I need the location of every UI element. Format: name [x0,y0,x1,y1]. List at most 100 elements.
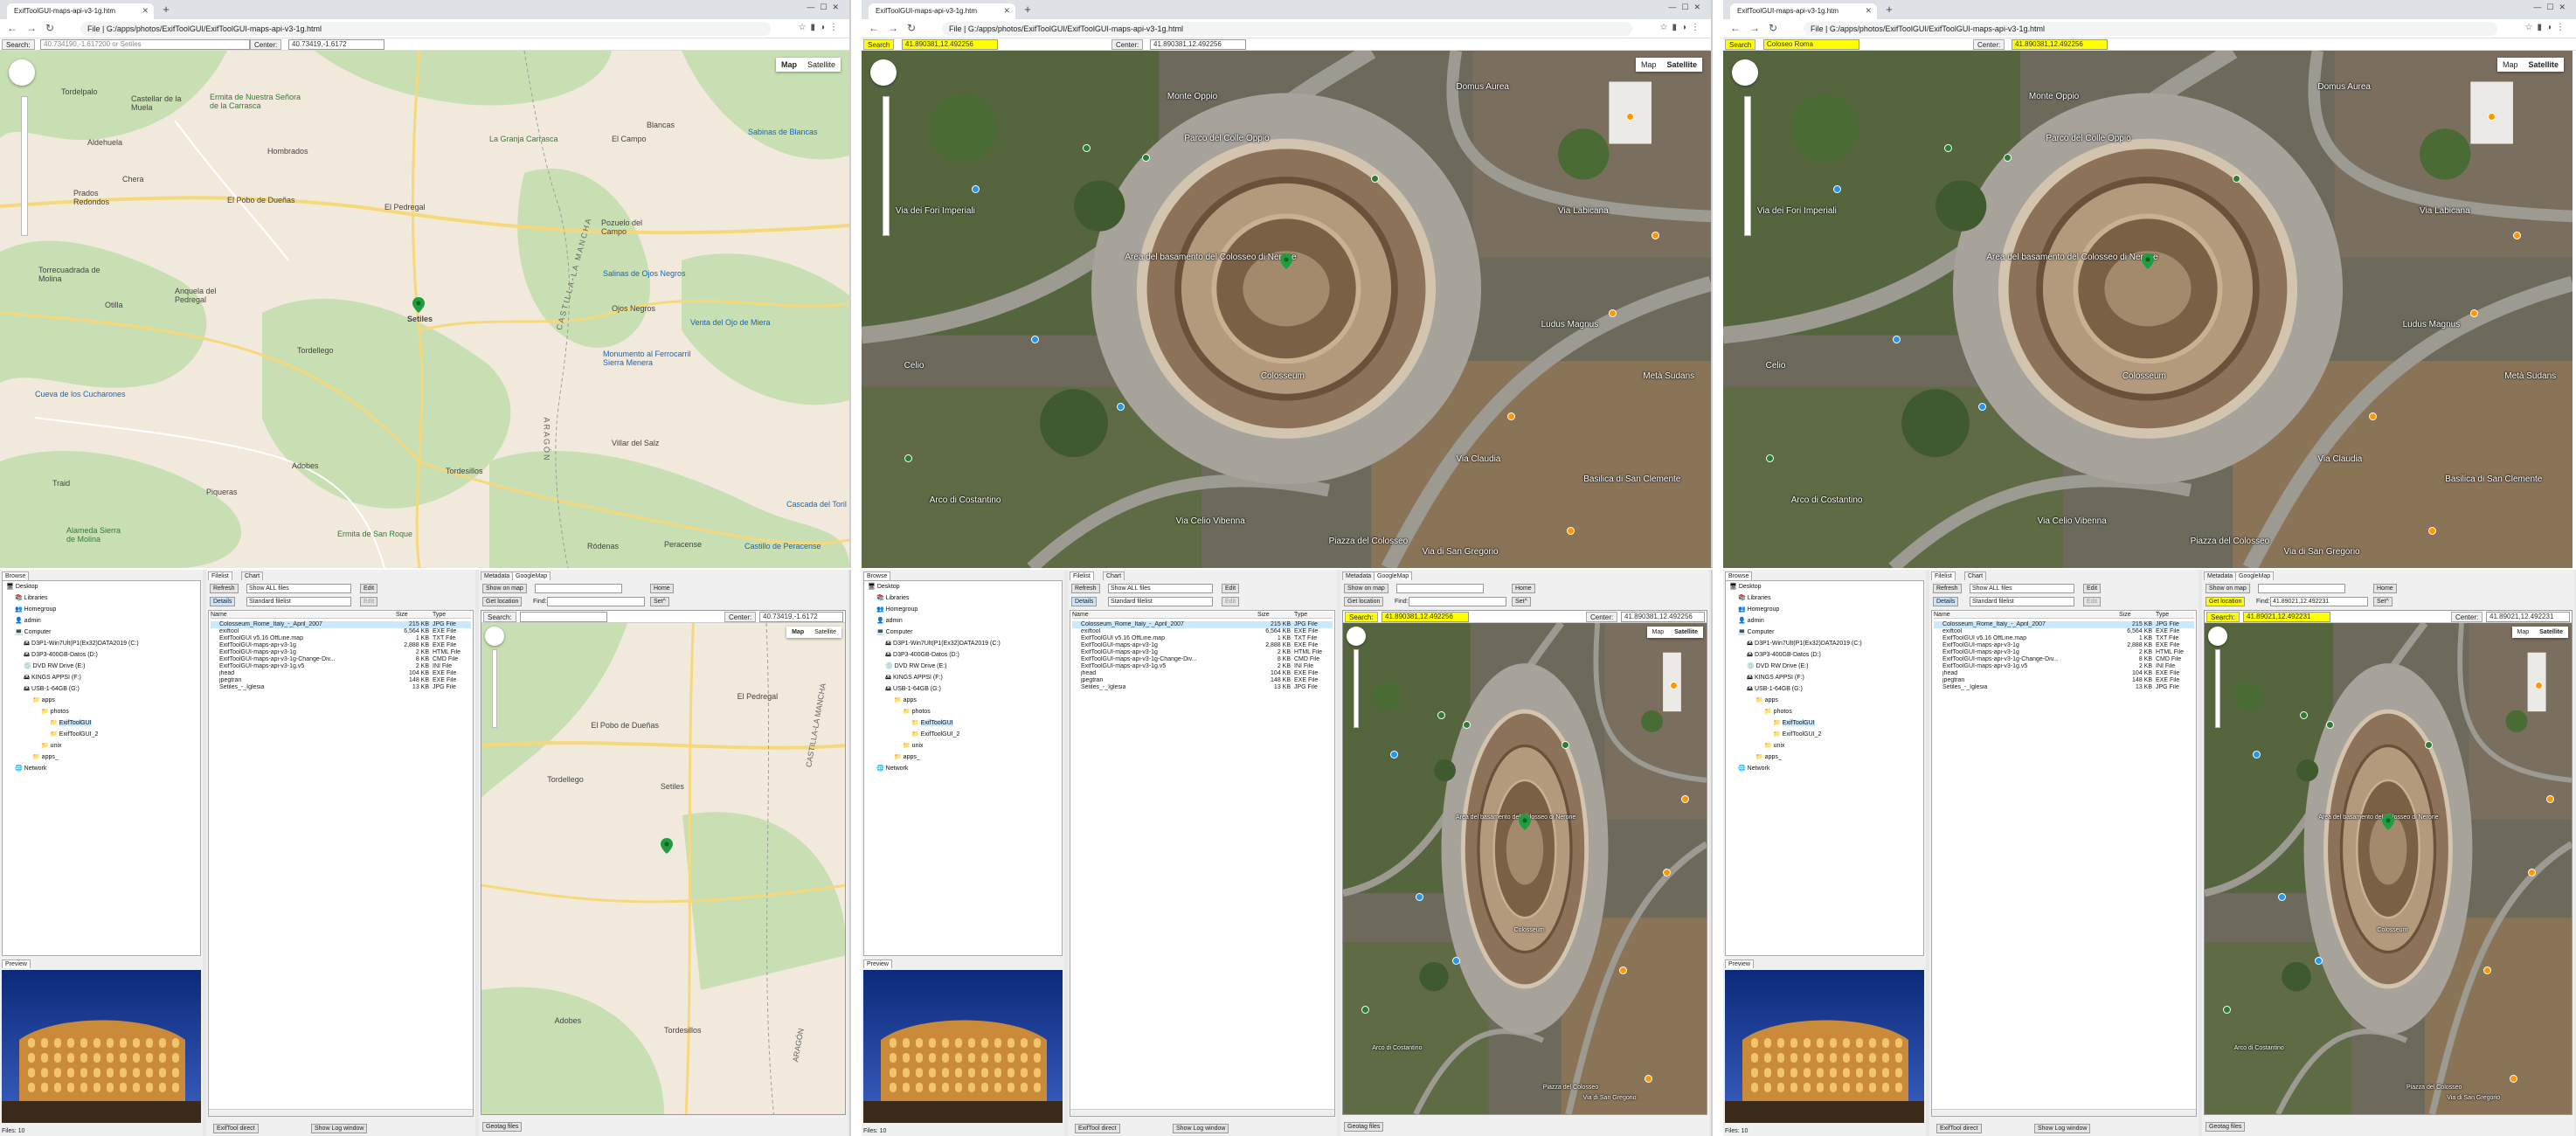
refresh-button[interactable]: Refresh [210,584,239,593]
tree-item[interactable]: 💿 DVD RW Drive (E:) [1747,662,1808,669]
tree-item[interactable]: 🖥 Desktop [868,583,900,590]
file-list[interactable]: Name Size Type Colosseum_Rome_Italy_-_April… [208,610,474,1117]
url-field[interactable]: File | G:/apps/photos/ExifToolGUI/ExifTo… [942,22,1632,36]
poi-marker-icon[interactable] [1893,335,1901,343]
poi-marker-icon[interactable] [2427,526,2436,535]
center-button[interactable]: Center: [1111,39,1144,50]
tree-item[interactable]: 📁 apps_ [32,753,59,760]
embedded-map[interactable]: Search: Center: 40.73419,-1.6172 Setiles El … [481,610,846,1115]
edit-button[interactable]: Edit [2083,584,2102,593]
tree-item[interactable]: 📁 ExifToolGUI_2 [911,731,959,738]
poi-marker-icon[interactable] [1451,957,1460,966]
map-search-field[interactable] [1396,584,1484,593]
embedded-map[interactable]: Search: 41.890381,12.492256 Center: 41.8903… [1342,610,1707,1115]
show-files-select[interactable]: Show ALL files [246,584,351,593]
tree-item[interactable]: 📁 ExifToolGUI_2 [1773,731,1821,738]
center-button[interactable]: Center: [1973,39,2005,50]
tree-item[interactable]: 📁 photos [1764,708,1792,715]
pan-control[interactable] [1347,627,1366,646]
location-pin-icon[interactable] [1280,253,1292,270]
poi-marker-icon[interactable] [1943,143,1952,152]
tree-item[interactable]: 📁 ExifToolGUI_2 [50,731,98,738]
location-pin-icon[interactable] [412,297,425,313]
forward-icon[interactable]: → [1749,22,1760,34]
zoom-slider[interactable] [1354,649,1359,728]
poi-marker-icon[interactable] [1765,454,1774,462]
tab-googlemap[interactable]: GoogleMap [1374,571,1413,580]
tree-item[interactable]: 🖴 USB-1-64GB (G:) [24,685,80,695]
zoom-slider[interactable] [492,649,497,728]
close-icon[interactable]: ✕ [1865,6,1872,16]
show-on-map-button[interactable]: Show on map [482,584,527,593]
file-row[interactable]: ExifToolGUI-maps-api-v3-1g.v5 2 KB INI Fil… [1934,663,2194,670]
roadmap[interactable]: Tordelpalo Castellar de la Muela Ermita … [0,51,849,568]
horizontal-scrollbar[interactable] [1932,1109,2196,1116]
map-type-map[interactable]: Map [786,627,809,638]
search-input[interactable]: 41.890381,12.492256 [902,39,998,50]
poi-marker-icon[interactable] [2252,751,2261,759]
tree-item[interactable]: 📚 Libraries [1738,594,1771,601]
column-header[interactable]: Name [211,612,359,619]
poi-marker-icon[interactable] [1680,794,1689,803]
search-button[interactable]: Search [863,39,895,50]
tree-item[interactable]: 💻 Computer [876,628,912,635]
poi-marker-icon[interactable] [1625,113,1634,121]
tree-item[interactable]: 🖴 USB-1-64GB (G:) [1747,685,1803,695]
file-row[interactable]: ExifToolGUI-maps-api-v3-1g-Change-Div...… [1072,656,1333,663]
file-row[interactable]: Colosseum_Rome_Italy_-_April_2007 215 KB J… [211,621,471,628]
file-row[interactable]: exiftool 6,564 KB EXE File [1072,628,1333,635]
column-header[interactable]: Type [433,612,473,619]
column-header[interactable]: Type [2156,612,2196,619]
poi-marker-icon[interactable] [2325,721,2334,730]
pan-control[interactable] [2208,627,2227,646]
file-row[interactable]: ExifToolGUI-maps-api-v3-1g 2,888 KB EXE Fi… [1934,642,2194,649]
file-row[interactable]: jpegtran 148 KB EXE File [211,677,471,684]
forward-icon[interactable]: → [888,22,898,34]
tree-item[interactable]: 🌐 Network [876,765,908,772]
poi-marker-icon[interactable] [1977,402,1986,411]
pan-control[interactable] [485,627,504,646]
tree-item[interactable]: 📁 apps_ [1755,753,1782,760]
search-button[interactable]: Search: [2,39,35,50]
tab-filelist[interactable]: Filelist [208,571,232,580]
refresh-button[interactable]: Refresh [1071,584,1100,593]
file-row[interactable]: jhead 104 KB EXE File [1934,670,2194,677]
tab-preview[interactable]: Preview [2,959,31,968]
satellite-map[interactable]: Monte Oppio Domus Aurea Area del basamento… [1723,51,2573,568]
file-row[interactable]: ExifToolGUI-maps-api-v3-1g 2,888 KB EXE Fi… [211,642,471,649]
details-select[interactable]: Standard filelist [1970,597,2074,606]
show-log-button[interactable]: Show Log window [311,1124,368,1133]
column-header[interactable]: Name [1072,612,1221,619]
tree-item[interactable]: 🖴 KINGS APPSI (F:) [24,674,81,683]
tree-item[interactable]: 📁 unix [41,742,62,749]
close-icon[interactable]: ✕ [1003,6,1010,16]
map-type-satellite[interactable]: Satellite [809,627,841,638]
file-row[interactable]: ExifToolGUI-maps-api-v3-1g 2 KB HTML File [1072,649,1333,656]
column-header[interactable]: Size [2119,612,2154,619]
map-type-map[interactable]: Map [776,58,802,72]
toolbar-icons[interactable]: ☆▮◑⋮ [2524,23,2569,32]
file-row[interactable]: ExifToolGUI v5.16 OffLine.map 1 KB TXT Fil… [1072,635,1333,642]
tree-item[interactable]: 🖴 KINGS APPSI (F:) [1747,674,1804,683]
tree-item[interactable]: 📁 photos [41,708,69,715]
file-row[interactable]: jhead 104 KB EXE File [211,670,471,677]
geotag-files-button[interactable]: Geotag files [482,1122,523,1132]
refresh-button[interactable]: Refresh [1933,584,1962,593]
reload-icon[interactable]: ↻ [1769,22,1777,34]
exiftool-direct-button[interactable]: ExifTool direct [1936,1124,1982,1133]
tree-item[interactable]: 📁 apps [1755,696,1778,703]
folder-tree[interactable]: 🖥 Desktop 📚 Libraries 👥 Homegroup 👤 admin 💻 … [863,580,1063,956]
embedded-search-input[interactable]: 41.89021,12.492231 [2243,612,2330,622]
folder-tree[interactable]: 🖥 Desktop 📚 Libraries 👥 Homegroup 👤 admin 💻 … [2,580,201,956]
tree-item[interactable]: 🖥 Desktop [1729,583,1762,590]
file-row[interactable]: jpegtran 148 KB EXE File [1072,677,1333,684]
tab-preview[interactable]: Preview [1725,959,1754,968]
tree-item[interactable]: 👤 admin [1738,617,1764,624]
tree-item[interactable]: 🖴 KINGS APPSI (F:) [885,674,943,683]
url-field[interactable]: File | G:/apps/photos/ExifToolGUI/ExifTo… [80,22,771,36]
tree-item[interactable]: 📁 unix [903,742,924,749]
column-header[interactable]: Type [1294,612,1334,619]
embedded-search-button[interactable]: Search: [2206,612,2240,622]
tree-item[interactable]: 📁 ExifToolGUI [911,719,953,726]
file-row[interactable]: jhead 104 KB EXE File [1072,670,1333,677]
